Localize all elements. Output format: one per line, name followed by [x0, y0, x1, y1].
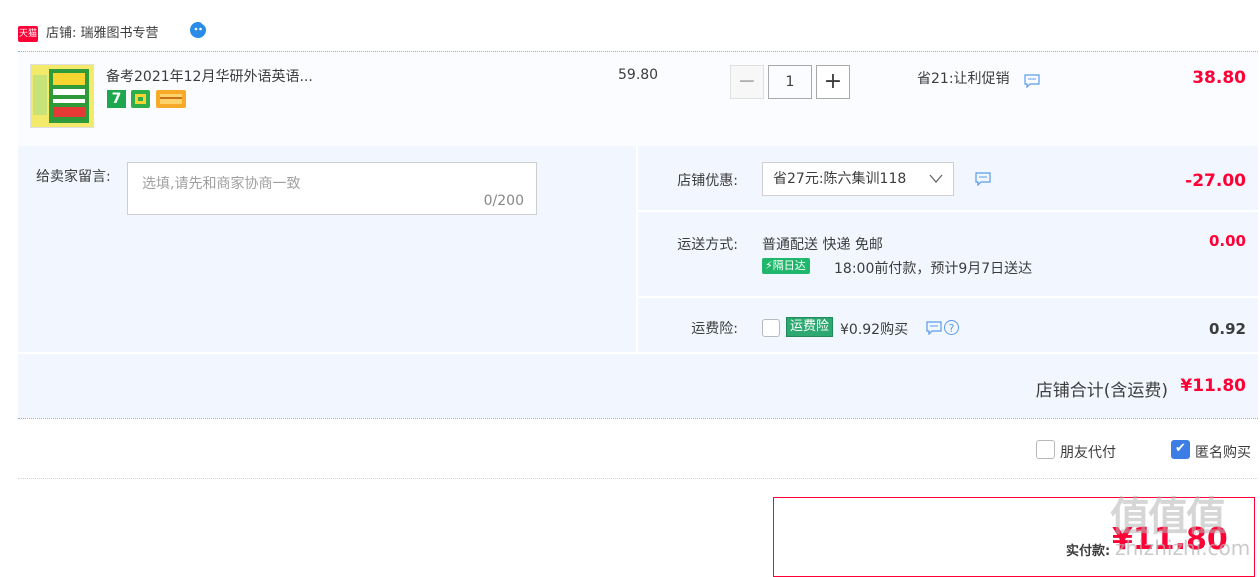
item-subtotal: 38.80 [1192, 68, 1246, 88]
insurance-label: 运费险: [691, 321, 738, 337]
order-details: 给卖家留言: 选填,请先和商家协商一致 0/200 店铺优惠: 省27元:陈六集… [18, 146, 1258, 419]
quantity-increase-button[interactable]: + [816, 65, 850, 99]
seller-message-label: 给卖家留言: [36, 169, 111, 185]
next-day-badge-label: 隔日达 [772, 259, 806, 272]
wangwang-chat-icon[interactable] [188, 20, 208, 40]
checkmark-icon: ✔ [1175, 441, 1186, 456]
coupon-discount-amount: -27.00 [1185, 171, 1246, 191]
seller-message-input[interactable]: 选填,请先和商家协商一致 0/200 [127, 162, 537, 215]
chevron-down-icon [929, 174, 943, 183]
checkout-options-row: 朋友代付 ✔ 匿名购买 [18, 420, 1258, 479]
shop-name[interactable]: 店铺: 瑞雅图书专营 [46, 24, 159, 44]
watermark-site: zhizhizhi.com [1115, 536, 1251, 560]
friend-pay-label[interactable]: 朋友代付 [1060, 442, 1116, 462]
item-promotion: 省21:让利促销 [917, 71, 1010, 87]
shipping-row: 运送方式: 普通配送 快递 免邮 ⚡隔日达 18:00前付款，预计9月7日送达 … [638, 212, 1258, 296]
coupon-label: 店铺优惠: [677, 173, 738, 189]
order-options-pane: 店铺优惠: 省27元:陈六集训118 -27.00 运送方式: 普通配送 快递 … [638, 146, 1258, 352]
insurance-row: 运费险: 运费险 ¥0.92购买 ? 0.92 [638, 298, 1258, 352]
shipping-fee: 0.00 [1208, 232, 1246, 250]
coupon-comment-icon[interactable] [975, 172, 991, 186]
friend-pay-checkbox[interactable] [1036, 440, 1055, 459]
shop-header: 天猫 店铺: 瑞雅图书专营 [0, 0, 1260, 50]
comment-icon[interactable] [1024, 74, 1040, 88]
watermark-logo: 值值值 [1110, 494, 1226, 540]
seller-message-placeholder: 选填,请先和商家协商一致 [142, 176, 301, 192]
seller-message-pane: 给卖家留言: 选填,请先和商家协商一致 0/200 [18, 146, 636, 352]
insurance-price: ¥0.92购买 [840, 322, 909, 338]
guarantee-tag-icon[interactable] [131, 90, 150, 108]
shipping-method: 普通配送 快递 免邮 [762, 237, 883, 253]
seven-day-return-tag[interactable]: 7 [107, 90, 126, 108]
insurance-badge: 运费险 [786, 317, 834, 337]
item-unit-price: 59.80 [618, 67, 659, 83]
shop-total-value: ¥11.80 [1180, 376, 1246, 396]
quantity-decrease-button[interactable]: − [730, 65, 764, 99]
book-thumbnail[interactable] [30, 64, 94, 128]
coupon-selected-value: 省27元:陈六集训118 [773, 171, 907, 187]
insurance-checkbox[interactable] [762, 319, 780, 337]
anonymous-label[interactable]: 匿名购买 [1195, 442, 1251, 462]
shop-total-row: 店铺合计(含运费) ¥11.80 [18, 354, 1258, 418]
quantity-input[interactable]: 1 [768, 65, 812, 99]
lightning-icon: ⚡ [765, 259, 773, 272]
delivery-eta: 18:00前付款，预计9月7日送达 [834, 261, 1033, 277]
coupon-select[interactable]: 省27元:陈六集训118 [762, 162, 954, 196]
next-day-delivery-badge: ⚡隔日达 [762, 258, 810, 274]
coupon-row: 店铺优惠: 省27元:陈六集训118 -27.00 [638, 146, 1258, 210]
payment-label: 实付款: [1066, 544, 1111, 559]
help-icon[interactable]: ? [944, 320, 959, 335]
shop-total-label: 店铺合计(含运费) [1035, 381, 1168, 401]
insurance-comment-icon[interactable] [926, 321, 942, 335]
item-title[interactable]: 备考2021年12月华研外语英语... [106, 66, 313, 86]
anonymous-checkbox[interactable]: ✔ [1171, 440, 1190, 459]
shipping-label: 运送方式: [677, 237, 738, 253]
insurance-amount: 0.92 [1208, 320, 1246, 338]
seller-message-counter: 0/200 [483, 193, 524, 209]
credit-card-tag-icon[interactable] [156, 90, 186, 108]
tmall-icon: 天猫 [18, 26, 38, 42]
cart-item-row: 备考2021年12月华研外语英语... 7 59.80 − 1 + 省21:让利… [18, 51, 1258, 146]
